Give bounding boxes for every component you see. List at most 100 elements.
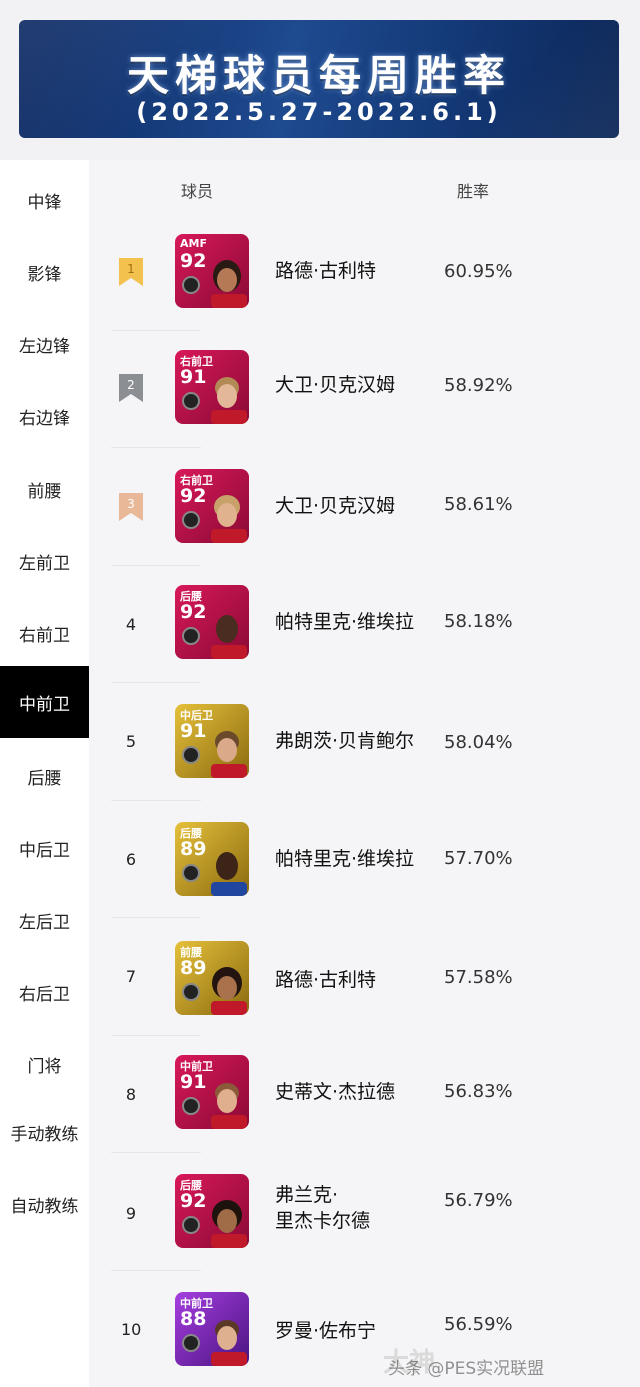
- player-card: 右前卫 91: [175, 350, 249, 424]
- table-row[interactable]: 9 后腰 92 弗兰克· 里杰卡尔德 56.79%: [89, 1152, 640, 1270]
- club-badge-icon: [182, 746, 200, 764]
- sidebar-item-cf[interactable]: 中锋: [0, 164, 89, 236]
- rank-number: 10: [121, 1320, 142, 1339]
- club-badge-icon: [182, 1216, 200, 1234]
- sidebar-item-label: 中前卫: [19, 694, 70, 715]
- player-portrait-icon: [203, 1194, 247, 1248]
- sidebar-item-label: 自动教练: [10, 1196, 79, 1217]
- sidebar-item-label: 中锋: [27, 192, 62, 213]
- sidebar-item-lwf[interactable]: 左边锋: [0, 308, 89, 380]
- rank-number: 9: [125, 1204, 137, 1223]
- sidebar-item-label: 左后卫: [19, 912, 70, 933]
- sidebar-item-label: 门将: [27, 1056, 62, 1077]
- player-portrait-icon: [203, 489, 247, 543]
- rank-number: 8: [125, 1085, 137, 1104]
- column-header-player: 球员: [181, 182, 214, 201]
- silver-medal-icon: 2: [119, 374, 143, 402]
- table-row[interactable]: 6 后腰 89 帕特里克·维埃拉 57.70%: [89, 800, 640, 918]
- rank-number: 4: [125, 615, 137, 634]
- table-row[interactable]: 3 右前卫 92 大卫·贝克汉姆 58.61%: [89, 447, 640, 565]
- page-title: 天梯球员每周胜率: [126, 51, 511, 100]
- sidebar-item-auto-coach[interactable]: 自动教练: [0, 1168, 89, 1240]
- player-portrait-icon: [203, 605, 247, 659]
- sidebar-item-ss[interactable]: 影锋: [0, 236, 89, 308]
- sidebar-item-manual-coach[interactable]: 手动教练: [0, 1096, 89, 1168]
- player-name: 帕特里克·维埃拉: [275, 611, 415, 633]
- sidebar-item-cb[interactable]: 中后卫: [0, 812, 89, 884]
- table-row[interactable]: 4 后腰 92 帕特里克·维埃拉 58.18%: [89, 565, 640, 683]
- sidebar-item-amf[interactable]: 前腰: [0, 453, 89, 525]
- medal-rank: 2: [127, 378, 135, 392]
- table-row[interactable]: 2 右前卫 91 大卫·贝克汉姆 58.92%: [89, 330, 640, 448]
- player-card: AMF 92: [175, 234, 249, 308]
- ranking-panel: 球员 胜率 1 AMF 92 路德·古利特 60.95% 2 右前卫 91 大卫…: [89, 160, 640, 1387]
- sidebar-item-gk[interactable]: 门将: [0, 1028, 89, 1100]
- sidebar-item-label: 左边锋: [19, 336, 70, 357]
- sidebar-item-label: 前腰: [27, 481, 62, 502]
- sidebar-item-rb[interactable]: 右后卫: [0, 956, 89, 1028]
- player-name: 弗兰克· 里杰卡尔德: [275, 1182, 437, 1234]
- watermark-text: 头条 @PES实况联盟: [388, 1359, 545, 1379]
- sidebar-item-dmf[interactable]: 后腰: [0, 740, 89, 812]
- club-badge-icon: [182, 627, 200, 645]
- sidebar-item-cmf[interactable]: 中前卫: [0, 666, 89, 738]
- player-name: 帕特里克·维埃拉: [275, 848, 415, 870]
- sidebar-item-rwf[interactable]: 右边锋: [0, 380, 89, 452]
- player-card: 后腰 92: [175, 585, 249, 659]
- rank-number: 6: [125, 850, 137, 869]
- player-card: 后腰 92: [175, 1174, 249, 1248]
- bronze-medal-icon: 3: [119, 493, 143, 521]
- sidebar-item-label: 左前卫: [19, 553, 70, 574]
- sidebar-item-rmf[interactable]: 右前卫: [0, 597, 89, 669]
- club-badge-icon: [182, 864, 200, 882]
- club-badge-icon: [182, 392, 200, 410]
- player-card: 右前卫 92: [175, 469, 249, 543]
- player-card: 后腰 89: [175, 822, 249, 896]
- win-rate: 58.92%: [444, 375, 513, 396]
- player-name: 路德·古利特: [275, 260, 377, 282]
- player-portrait-icon: [203, 1312, 247, 1366]
- table-row[interactable]: 10 中前卫 88 罗曼·佐布宁 56.59%: [89, 1270, 640, 1387]
- club-badge-icon: [182, 983, 200, 1001]
- win-rate: 56.79%: [444, 1190, 513, 1211]
- table-row[interactable]: 7 前腰 89 路德·古利特 57.58%: [89, 917, 640, 1035]
- sidebar-item-lb[interactable]: 左后卫: [0, 884, 89, 956]
- date-range: (2022.5.27-2022.6.1): [136, 98, 502, 126]
- club-badge-icon: [182, 1097, 200, 1115]
- player-card: 中前卫 91: [175, 1055, 249, 1129]
- player-portrait-icon: [203, 1075, 247, 1129]
- player-name-line2: 里杰卡尔德: [275, 1210, 371, 1232]
- player-name: 路德·古利特: [275, 969, 377, 991]
- player-card: 中前卫 88: [175, 1292, 249, 1366]
- player-card: 中后卫 91: [175, 704, 249, 778]
- title-banner: 天梯球员每周胜率 (2022.5.27-2022.6.1): [19, 20, 619, 138]
- win-rate: 58.18%: [444, 611, 513, 632]
- rank-number: 5: [125, 732, 137, 751]
- player-name: 弗朗茨·贝肯鲍尔: [275, 730, 415, 752]
- sidebar-item-label: 影锋: [27, 264, 62, 285]
- club-badge-icon: [182, 511, 200, 529]
- position-sidebar: 中锋 影锋 左边锋 右边锋 前腰 左前卫 右前卫 中前卫 后腰 中后卫 左后卫 …: [0, 160, 89, 1387]
- win-rate: 58.04%: [444, 732, 513, 753]
- table-row[interactable]: 8 中前卫 91 史蒂文·杰拉德 56.83%: [89, 1035, 640, 1153]
- header-area: 天梯球员每周胜率 (2022.5.27-2022.6.1): [0, 0, 640, 160]
- table-row[interactable]: 1 AMF 92 路德·古利特 60.95%: [89, 212, 640, 330]
- win-rate: 57.58%: [444, 967, 513, 988]
- sidebar-item-label: 中后卫: [19, 840, 70, 861]
- player-card: 前腰 89: [175, 941, 249, 1015]
- win-rate: 60.95%: [444, 261, 513, 282]
- player-portrait-icon: [203, 961, 247, 1015]
- player-portrait-icon: [203, 842, 247, 896]
- table-row[interactable]: 5 中后卫 91 弗朗茨·贝肯鲍尔 58.04%: [89, 682, 640, 800]
- column-header-winrate: 胜率: [457, 182, 490, 201]
- medal-rank: 1: [127, 262, 135, 276]
- win-rate: 56.83%: [444, 1081, 513, 1102]
- sidebar-item-label: 后腰: [27, 768, 62, 789]
- sidebar-item-label: 手动教练: [10, 1124, 79, 1145]
- sidebar-item-lmf[interactable]: 左前卫: [0, 525, 89, 597]
- player-portrait-icon: [203, 724, 247, 778]
- gold-medal-icon: 1: [119, 258, 143, 286]
- win-rate: 58.61%: [444, 494, 513, 515]
- player-name-line1: 弗兰克·: [275, 1184, 339, 1206]
- player-name: 罗曼·佐布宁: [275, 1320, 377, 1342]
